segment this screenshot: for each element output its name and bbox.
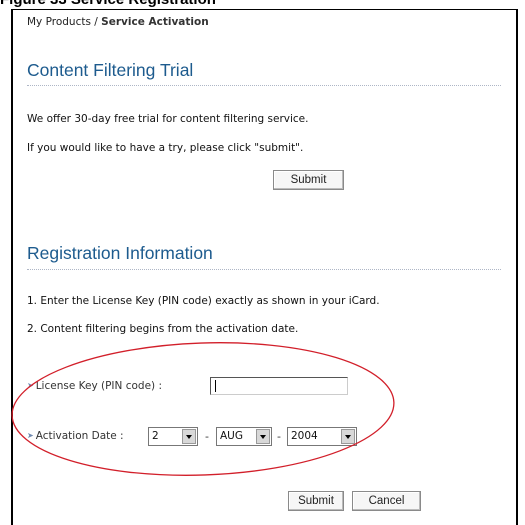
activation-date-label: Activation Date : bbox=[35, 430, 124, 442]
chevron-down-icon[interactable] bbox=[256, 429, 270, 444]
date-separator: - bbox=[205, 430, 209, 443]
bullet-arrow-icon: ➤ bbox=[27, 431, 34, 440]
trial-text-1: We offer 30-day free trial for content f… bbox=[27, 113, 309, 125]
text-caret bbox=[215, 380, 216, 392]
figure-caption: Figure 33 Service Registration bbox=[0, 0, 216, 8]
trial-heading: Content Filtering Trial bbox=[27, 60, 194, 80]
activation-date-label-row: ➤ Activation Date : bbox=[27, 430, 124, 442]
month-select-value: AUG bbox=[220, 430, 244, 442]
bullet-arrow-icon: ➤ bbox=[27, 381, 34, 390]
breadcrumb-root[interactable]: My Products bbox=[27, 16, 91, 28]
month-select[interactable]: AUG bbox=[216, 427, 272, 446]
day-select-value: 2 bbox=[152, 430, 159, 442]
year-select[interactable]: 2004 bbox=[287, 427, 357, 446]
license-key-label-row: ➤ License Key (PIN code) : bbox=[27, 380, 162, 392]
trial-submit-button[interactable]: Submit bbox=[273, 170, 344, 190]
registration-heading: Registration Information bbox=[27, 243, 213, 263]
date-separator: - bbox=[277, 430, 281, 443]
day-select[interactable]: 2 bbox=[148, 427, 198, 446]
license-key-input[interactable] bbox=[210, 377, 348, 395]
license-key-label: License Key (PIN code) : bbox=[35, 380, 163, 392]
trial-divider bbox=[27, 85, 501, 86]
registration-submit-button[interactable]: Submit bbox=[288, 491, 344, 511]
registration-note-2: 2. Content filtering begins from the act… bbox=[27, 323, 299, 335]
page-frame bbox=[11, 9, 518, 525]
registration-note-1: 1. Enter the License Key (PIN code) exac… bbox=[27, 295, 380, 307]
breadcrumb: My Products / Service Activation bbox=[27, 16, 209, 28]
registration-divider bbox=[27, 269, 501, 270]
trial-text-2: If you would like to have a try, please … bbox=[27, 142, 304, 154]
chevron-down-icon[interactable] bbox=[341, 429, 355, 444]
breadcrumb-current: Service Activation bbox=[101, 16, 209, 28]
registration-cancel-button[interactable]: Cancel bbox=[352, 491, 421, 511]
chevron-down-icon[interactable] bbox=[182, 429, 196, 444]
breadcrumb-separator: / bbox=[90, 16, 102, 28]
year-select-value: 2004 bbox=[291, 430, 318, 442]
